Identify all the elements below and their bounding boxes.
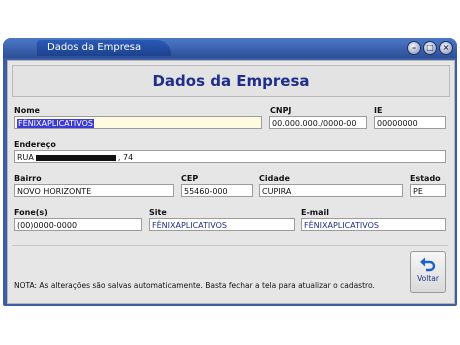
site-field[interactable]: FÊNIXAPLICATIVOS [149, 218, 295, 231]
estado-field[interactable]: PE [410, 184, 446, 197]
endereco-prefix: RUA [17, 153, 34, 162]
undo-arrow-icon [420, 257, 436, 272]
fone-label: Fone(s) [14, 208, 48, 217]
cep-label: CEP [181, 174, 199, 183]
page-title: Dados da Empresa [12, 65, 450, 97]
footer-note: NOTA: As alterações são salvas automatic… [14, 281, 375, 290]
ie-field[interactable]: 00000000 [374, 116, 446, 129]
fone-field[interactable]: (00)0000-0000 [14, 218, 142, 231]
back-button[interactable]: Voltar [410, 251, 446, 293]
window-title: Dados da Empresa [37, 40, 172, 56]
email-label: E-mail [301, 208, 330, 217]
title-bar[interactable]: Dados da Empresa – □ × [3, 38, 457, 58]
close-icon[interactable]: × [439, 41, 453, 55]
app-window: Dados da Empresa – □ × Dados da Empresa … [3, 38, 457, 306]
endereco-suffix: , 74 [117, 153, 134, 162]
form-panel: Dados da Empresa Nome FÊNIXAPLICATIVOS C… [7, 60, 455, 304]
minimize-icon[interactable]: – [407, 41, 421, 55]
back-button-label: Voltar [417, 274, 439, 283]
cnpj-label: CNPJ [270, 106, 292, 115]
endereco-field[interactable]: RUA , 74 [14, 150, 446, 163]
redaction-mark [35, 154, 116, 161]
ie-label: IE [374, 106, 383, 115]
maximize-icon[interactable]: □ [423, 41, 437, 55]
window-controls: – □ × [407, 41, 453, 55]
estado-label: Estado [410, 174, 441, 183]
email-field[interactable]: FÊNIXAPLICATIVOS [301, 218, 446, 231]
divider [12, 245, 448, 246]
cnpj-field[interactable]: 00.000.000./0000-00 [269, 116, 367, 129]
cidade-field[interactable]: CUPIRA [259, 184, 403, 197]
endereco-label: Endereço [14, 140, 56, 149]
nome-value: FÊNIXAPLICATIVOS [17, 119, 94, 128]
cep-field[interactable]: 55460-000 [181, 184, 253, 197]
nome-field[interactable]: FÊNIXAPLICATIVOS [14, 116, 262, 129]
bairro-field[interactable]: NOVO HORIZONTE [14, 184, 174, 197]
nome-label: Nome [14, 106, 40, 115]
site-label: Site [149, 208, 167, 217]
cidade-label: Cidade [259, 174, 290, 183]
bairro-label: Bairro [14, 174, 42, 183]
